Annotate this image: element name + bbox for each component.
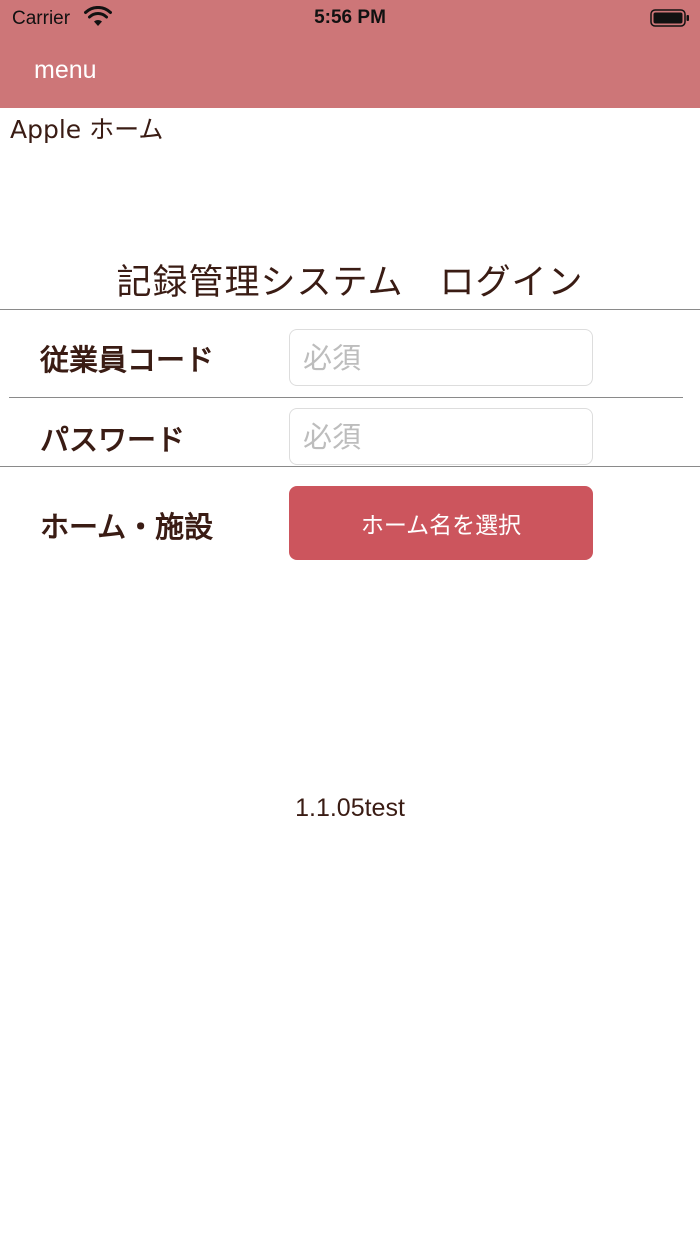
- menu-button[interactable]: menu: [34, 56, 97, 85]
- facility-label: ホーム・施設: [40, 510, 214, 544]
- select-home-button[interactable]: ホーム名を選択: [289, 486, 593, 560]
- status-bar: Carrier 5:56 PM: [0, 0, 700, 40]
- home-name-label: Apple ホーム: [10, 115, 164, 144]
- employee-code-label: 従業員コード: [40, 343, 215, 377]
- divider-bottom: [0, 466, 700, 467]
- version-label: 1.1.05test: [295, 794, 405, 822]
- battery-icon: [650, 9, 689, 27]
- employee-code-input[interactable]: [289, 329, 593, 386]
- status-time: 5:56 PM: [314, 7, 386, 28]
- divider-middle: [9, 397, 683, 398]
- nav-bar: menu: [0, 40, 700, 108]
- divider-top: [0, 309, 700, 310]
- password-input[interactable]: [289, 408, 593, 465]
- page-title: 記録管理システム ログイン: [116, 263, 584, 303]
- password-label: パスワード: [40, 423, 186, 457]
